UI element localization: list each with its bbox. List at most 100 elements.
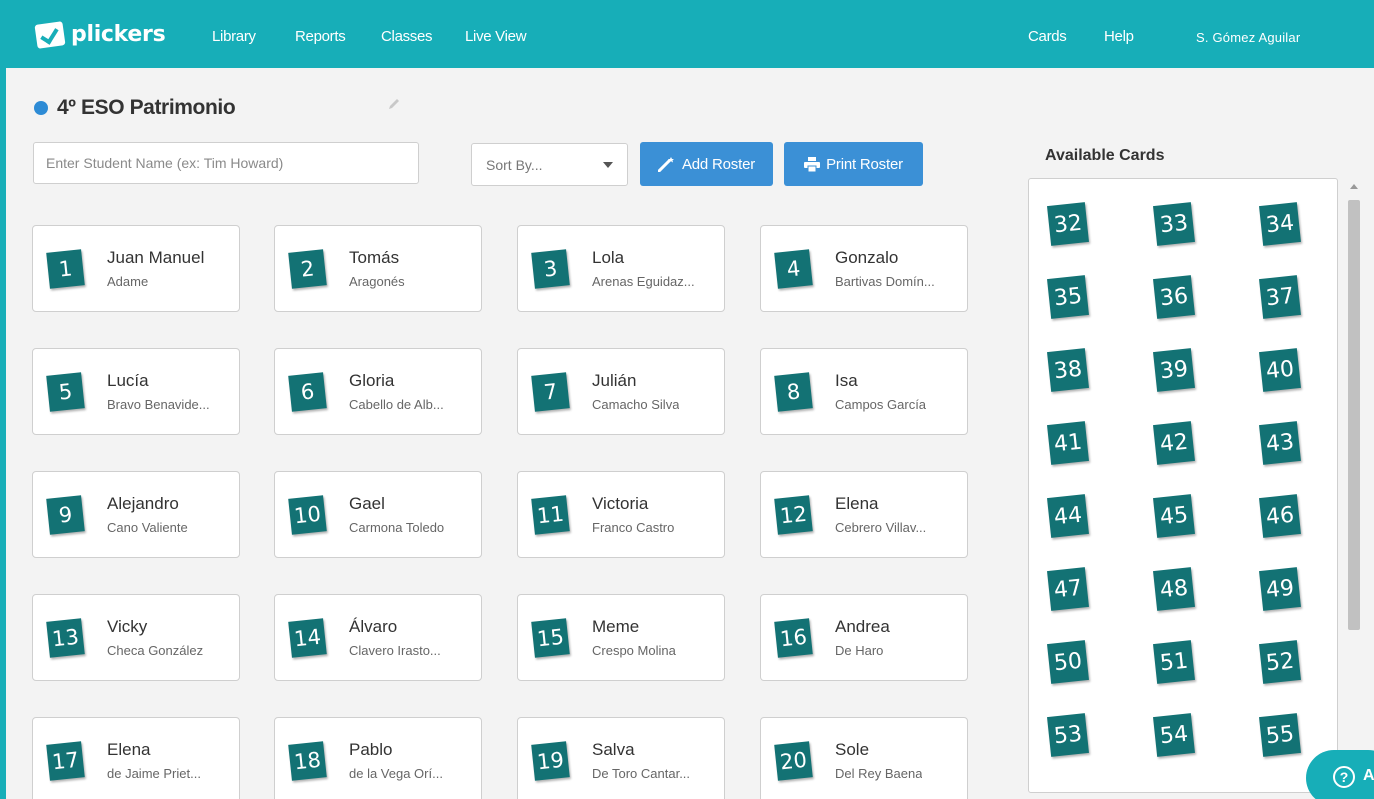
scroll-thumb[interactable] — [1348, 200, 1360, 630]
available-card[interactable]: 37 — [1259, 275, 1301, 319]
nav-cards[interactable]: Cards — [1028, 28, 1067, 45]
student-first-name: Sole — [835, 740, 870, 759]
student-first-name: Gonzalo — [835, 248, 899, 267]
edit-pencil-icon[interactable] — [386, 96, 402, 112]
student-last-name: de la Vega Orí... — [349, 766, 443, 781]
student-last-name: Franco Castro — [592, 520, 675, 535]
available-card[interactable]: 45 — [1153, 494, 1195, 538]
available-card[interactable]: 48 — [1153, 567, 1195, 611]
student-first-name: Victoria — [592, 494, 649, 513]
nav-user-menu[interactable]: S. Gómez Aguilar — [1196, 30, 1300, 45]
available-card[interactable]: 46 — [1259, 494, 1301, 538]
nav-live-view[interactable]: Live View — [465, 28, 527, 45]
student-last-name: Crespo Molina — [592, 643, 676, 658]
student-first-name: Elena — [107, 740, 151, 759]
available-card[interactable]: 40 — [1259, 348, 1301, 392]
student-first-name: Gael — [349, 494, 385, 513]
student-card[interactable]: 11 Victoria Franco Castro — [517, 471, 725, 558]
available-card[interactable]: 38 — [1047, 348, 1089, 392]
student-last-name: Cano Valiente — [107, 520, 188, 535]
check-icon — [34, 20, 66, 49]
student-card[interactable]: 13 Vicky Checa González — [32, 594, 240, 681]
available-card[interactable]: 52 — [1259, 640, 1301, 684]
card-number-badge: 5 — [46, 372, 85, 412]
card-number-badge: 13 — [46, 618, 85, 658]
student-card[interactable]: 15 Meme Crespo Molina — [517, 594, 725, 681]
student-card[interactable]: 19 Salva De Toro Cantar... — [517, 717, 725, 799]
card-number-badge: 3 — [531, 249, 570, 289]
available-card[interactable]: 51 — [1153, 640, 1195, 684]
student-name-input[interactable] — [33, 142, 419, 184]
student-first-name: Pablo — [349, 740, 393, 759]
card-number-badge: 2 — [288, 249, 327, 289]
available-cards-title: Available Cards — [1045, 147, 1165, 164]
nav-classes[interactable]: Classes — [381, 28, 433, 45]
help-chat-button[interactable]: ? A — [1306, 750, 1374, 799]
print-roster-label: Print Roster — [826, 155, 903, 173]
available-card[interactable]: 32 — [1047, 202, 1089, 246]
cards-scrollbar[interactable] — [1343, 178, 1365, 793]
nav-library[interactable]: Library — [212, 28, 256, 45]
available-card[interactable]: 41 — [1047, 421, 1089, 465]
sort-by-label: Sort By... — [486, 156, 543, 173]
card-number-badge: 20 — [774, 741, 813, 781]
caret-down-icon — [603, 161, 613, 168]
student-card[interactable]: 4 Gonzalo Bartivas Domín... — [760, 225, 968, 312]
print-roster-button[interactable]: Print Roster — [784, 142, 923, 186]
card-number-badge: 18 — [288, 741, 327, 781]
student-card[interactable]: 8 Isa Campos García — [760, 348, 968, 435]
available-card[interactable]: 39 — [1153, 348, 1195, 392]
nav-help[interactable]: Help — [1104, 28, 1134, 45]
student-card[interactable]: 20 Sole Del Rey Baena — [760, 717, 968, 799]
available-card[interactable]: 36 — [1153, 275, 1195, 319]
student-last-name: Del Rey Baena — [835, 766, 923, 781]
question-mark-icon: ? — [1333, 766, 1355, 788]
card-number-badge: 7 — [531, 372, 570, 412]
sort-by-dropdown[interactable]: Sort By... — [471, 143, 628, 186]
available-card[interactable]: 49 — [1259, 567, 1301, 611]
class-color-dot — [34, 101, 48, 115]
student-card[interactable]: 14 Álvaro Clavero Irasto... — [274, 594, 482, 681]
student-card[interactable]: 9 Alejandro Cano Valiente — [32, 471, 240, 558]
student-last-name: de Jaime Priet... — [107, 766, 201, 781]
available-card[interactable]: 54 — [1153, 713, 1195, 757]
student-last-name: Aragonés — [349, 274, 405, 289]
student-card[interactable]: 17 Elena de Jaime Priet... — [32, 717, 240, 799]
available-card[interactable]: 50 — [1047, 640, 1089, 684]
student-card[interactable]: 10 Gael Carmona Toledo — [274, 471, 482, 558]
available-card[interactable]: 43 — [1259, 421, 1301, 465]
magic-wand-icon — [657, 157, 674, 172]
student-card[interactable]: 3 Lola Arenas Eguidaz... — [517, 225, 725, 312]
student-first-name: Juan Manuel — [107, 248, 205, 267]
student-card[interactable]: 12 Elena Cebrero Villav... — [760, 471, 968, 558]
available-card[interactable]: 42 — [1153, 421, 1195, 465]
student-card[interactable]: 6 Gloria Cabello de Alb... — [274, 348, 482, 435]
student-card[interactable]: 18 Pablo de la Vega Orí... — [274, 717, 482, 799]
available-card[interactable]: 44 — [1047, 494, 1089, 538]
student-last-name: Campos García — [835, 397, 927, 412]
logo-text: plickers — [71, 22, 166, 47]
page-title: 4º ESO Patrimonio — [57, 96, 236, 119]
student-last-name: Cabello de Alb... — [349, 397, 444, 412]
add-roster-button[interactable]: Add Roster — [640, 142, 773, 186]
available-card[interactable]: 34 — [1259, 202, 1301, 246]
student-card[interactable]: 1 Juan Manuel Adame — [32, 225, 240, 312]
student-card[interactable]: 16 Andrea De Haro — [760, 594, 968, 681]
student-first-name: Salva — [592, 740, 635, 759]
available-cards-panel: 32 33 34 35 36 37 38 39 40 41 42 43 44 4… — [1028, 178, 1338, 793]
plickers-logo[interactable]: plickers — [34, 20, 166, 49]
student-last-name: Arenas Eguidaz... — [592, 274, 695, 289]
available-card[interactable]: 35 — [1047, 275, 1089, 319]
student-card[interactable]: 2 Tomás Aragonés — [274, 225, 482, 312]
available-card[interactable]: 55 — [1259, 713, 1301, 757]
available-card[interactable]: 53 — [1047, 713, 1089, 757]
card-number-badge: 9 — [46, 495, 85, 535]
student-last-name: Checa González — [107, 643, 204, 658]
available-card[interactable]: 33 — [1153, 202, 1195, 246]
scroll-up-arrow-icon[interactable] — [1350, 184, 1358, 189]
available-card[interactable]: 47 — [1047, 567, 1089, 611]
window-frame-left — [0, 0, 6, 799]
student-card[interactable]: 7 Julián Camacho Silva — [517, 348, 725, 435]
nav-reports[interactable]: Reports — [295, 28, 346, 45]
student-card[interactable]: 5 Lucía Bravo Benavide... — [32, 348, 240, 435]
